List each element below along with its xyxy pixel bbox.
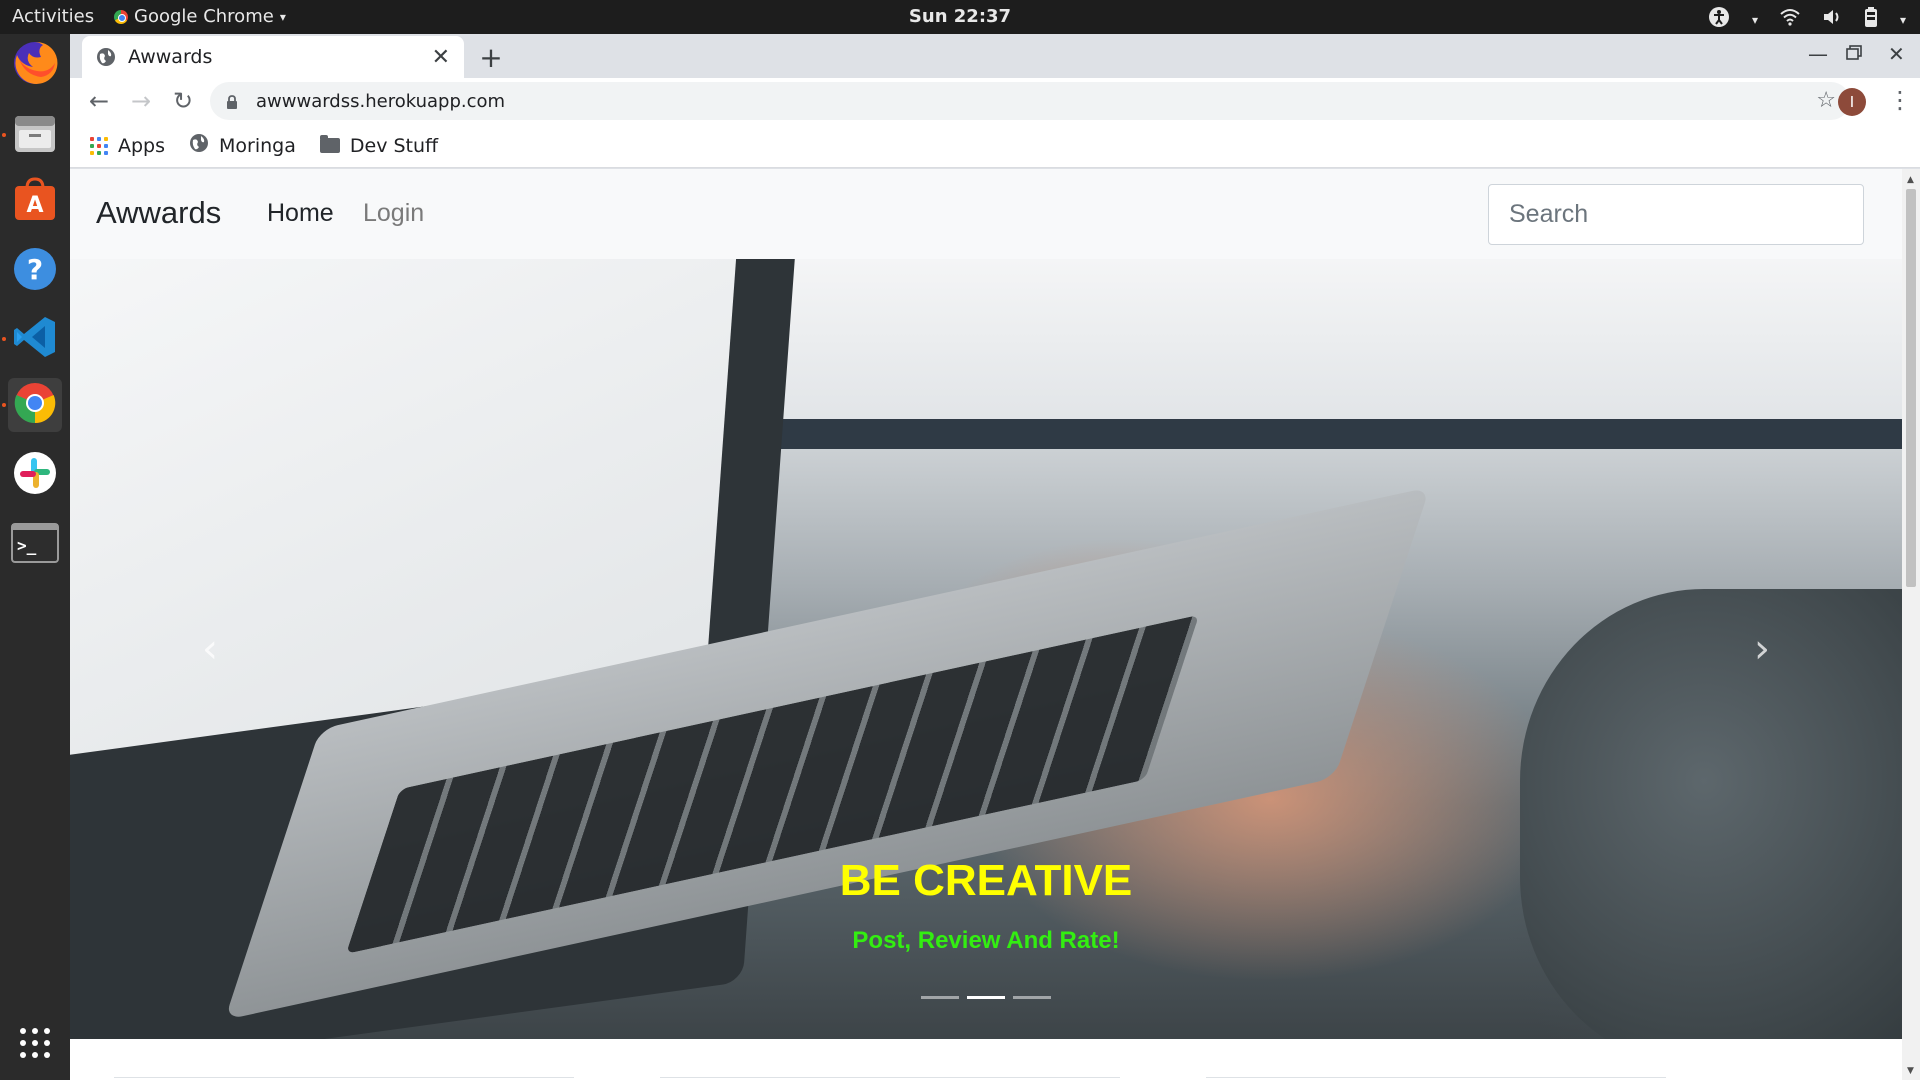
files-icon [12,110,58,160]
apps-grid-icon [90,136,108,155]
carousel-indicator-active[interactable] [967,996,1005,999]
hero-carousel: ‹ › BE CREATIVE Post, Review And Rate! [70,259,1902,1039]
files-launcher[interactable] [2,108,62,162]
hero-background-stand [710,419,1902,449]
bookmark-apps[interactable]: Apps [90,135,165,157]
carousel-indicator[interactable] [1013,996,1051,999]
reload-icon: ↻ [172,87,194,115]
svg-text:>_: >_ [17,536,37,555]
terminal-icon: >_ [11,523,59,567]
vscode-icon [12,314,58,364]
nav-home[interactable]: Home [267,199,334,228]
bookmark-label: Apps [118,134,166,157]
bookmark-dev-stuff[interactable]: Dev Stuff [319,134,439,157]
plus-icon: + [479,40,503,74]
tab-strip: Awwards ✕ + — ✕ [70,34,1920,78]
chevron-right-icon: › [1754,626,1770,672]
close-icon[interactable]: ✕ [432,45,450,70]
carousel-caption-subtitle: Post, Review And Rate! [852,927,1120,954]
carousel-caption-title: BE CREATIVE [839,856,1133,905]
new-tab-button[interactable]: + [474,40,508,74]
nav-login[interactable]: Login [363,199,424,228]
folder-icon [319,135,340,153]
svg-text:?: ? [27,253,43,286]
help-icon: ? [12,246,58,296]
running-indicator [2,403,6,407]
software-center-icon: A [12,176,58,226]
running-indicator [2,337,6,341]
menu-icon[interactable]: ⋮ [1888,86,1912,114]
firefox-icon [11,39,59,91]
page-scrollbar[interactable]: ▲ ▼ [1902,169,1920,1080]
lock-icon [226,94,238,109]
arrow-left-icon: ← [88,87,110,115]
battery-icon[interactable] [1864,7,1878,32]
vscode-launcher[interactable] [2,312,62,366]
svg-text:A: A [26,193,43,218]
show-apps-icon [18,1026,52,1064]
hero-sleeve [1520,589,1902,1039]
software-center-launcher[interactable]: A [8,174,62,228]
globe-icon [96,47,116,67]
chevron-down-icon: ▾ [1899,12,1906,27]
running-indicator [2,133,6,137]
forward-button[interactable]: → [126,86,156,116]
system-top-bar: Activities Google Chrome ▾ Sun 22:37 ▾ ▾ [0,0,1920,34]
system-tray[interactable]: ▾ ▾ [1708,6,1906,33]
bookmark-star-icon[interactable]: ☆ [1816,88,1836,113]
tab-title: Awwards [128,46,213,68]
bookmark-label: Moringa [219,134,296,157]
carousel-next-button[interactable]: › [1742,626,1782,672]
carousel-prev-button[interactable]: ‹ [190,626,230,672]
search-input[interactable] [1488,184,1864,245]
arrow-right-icon: → [130,87,152,115]
wifi-icon[interactable] [1780,8,1800,31]
volume-icon[interactable] [1822,8,1842,31]
address-bar[interactable]: awwwardss.herokuapp.com ☆ [210,82,1850,120]
scrollbar-thumb[interactable] [1906,189,1916,587]
page-viewport: Awwards Home Login ‹ › BE CREATIVE Post,… [70,169,1920,1080]
bookmark-label: Dev Stuff [349,134,439,157]
accessibility-icon[interactable] [1708,6,1730,33]
scroll-up-icon[interactable]: ▲ [1907,175,1914,185]
globe-icon [189,133,209,158]
back-button[interactable]: ← [84,86,114,116]
chrome-icon [13,381,57,429]
hero-background-monitor [710,259,1902,419]
reload-button[interactable]: ↻ [168,86,198,116]
firefox-launcher[interactable] [8,38,62,92]
chevron-left-icon: ‹ [202,626,218,672]
minimize-button[interactable]: — [1808,42,1828,66]
chevron-down-icon: ▾ [1751,12,1758,27]
site-navbar: Awwards Home Login [70,169,1902,259]
url-text: awwwardss.herokuapp.com [256,90,506,112]
clock[interactable]: Sun 22:37 [0,6,1920,27]
carousel-indicators [70,996,1902,999]
maximize-button[interactable] [1846,42,1862,66]
slack-launcher[interactable] [8,448,62,502]
browser-window: Awwards ✕ + — ✕ ← → ↻ awwwardss.herokuap… [70,34,1920,1080]
close-window-button[interactable]: ✕ [1888,42,1905,66]
bookmark-moringa[interactable]: Moringa [189,133,296,158]
chrome-launcher[interactable] [2,378,62,432]
scroll-down-icon[interactable]: ▼ [1907,1066,1914,1076]
carousel-indicator[interactable] [921,996,959,999]
profile-avatar[interactable]: I [1838,88,1866,116]
bookmarks-bar: Apps Moringa Dev Stuff [70,124,1920,168]
browser-toolbar: ← → ↻ awwwardss.herokuapp.com ☆ I ⋮ [70,78,1920,124]
slack-icon [12,450,58,500]
show-apps-button[interactable] [8,1018,62,1072]
tab-awwards[interactable]: Awwards ✕ [82,36,464,78]
terminal-launcher[interactable]: >_ [8,518,62,572]
site-brand[interactable]: Awwards [96,195,221,231]
content-area [70,1039,1902,1080]
dock: A ? >_ [0,34,70,1080]
help-launcher[interactable]: ? [8,244,62,298]
